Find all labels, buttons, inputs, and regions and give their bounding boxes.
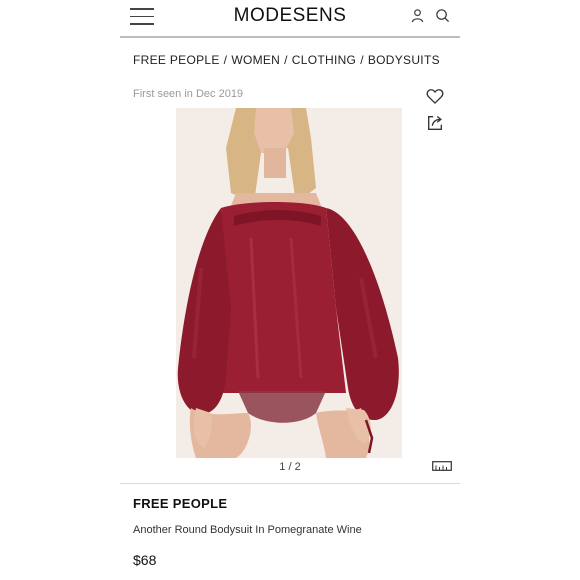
header-actions bbox=[410, 8, 450, 23]
bodysuit-photo bbox=[176, 108, 402, 458]
product-image[interactable] bbox=[176, 108, 402, 458]
breadcrumb-item-women[interactable]: WOMEN bbox=[231, 53, 280, 67]
product-price: $68 bbox=[133, 552, 157, 568]
product-name: Another Round Bodysuit In Pomegranate Wi… bbox=[133, 524, 362, 536]
breadcrumb-item-brand[interactable]: FREE PEOPLE bbox=[133, 53, 220, 67]
site-header: MODESENS bbox=[120, 0, 460, 36]
breadcrumb-item-bodysuits[interactable]: BODYSUITS bbox=[368, 53, 440, 67]
image-counter: 1 / 2 bbox=[279, 461, 301, 473]
breadcrumb-item-clothing[interactable]: CLOTHING bbox=[292, 53, 356, 67]
user-icon[interactable] bbox=[410, 8, 425, 23]
header-divider bbox=[120, 36, 460, 38]
site-logo[interactable]: MODESENS bbox=[120, 5, 460, 27]
breadcrumb-separator: / bbox=[360, 53, 364, 67]
size-ruler-icon[interactable] bbox=[432, 461, 452, 471]
share-icon[interactable] bbox=[426, 114, 444, 132]
search-icon[interactable] bbox=[435, 8, 450, 23]
heart-icon[interactable] bbox=[425, 86, 445, 106]
product-brand[interactable]: FREE PEOPLE bbox=[133, 496, 227, 511]
section-divider bbox=[120, 483, 460, 484]
first-seen-date: First seen in Dec 2019 bbox=[133, 88, 244, 100]
breadcrumb: FREE PEOPLE / WOMEN / CLOTHING / BODYSUITS bbox=[133, 53, 440, 67]
breadcrumb-separator: / bbox=[284, 53, 288, 67]
breadcrumb-separator: / bbox=[223, 53, 228, 67]
